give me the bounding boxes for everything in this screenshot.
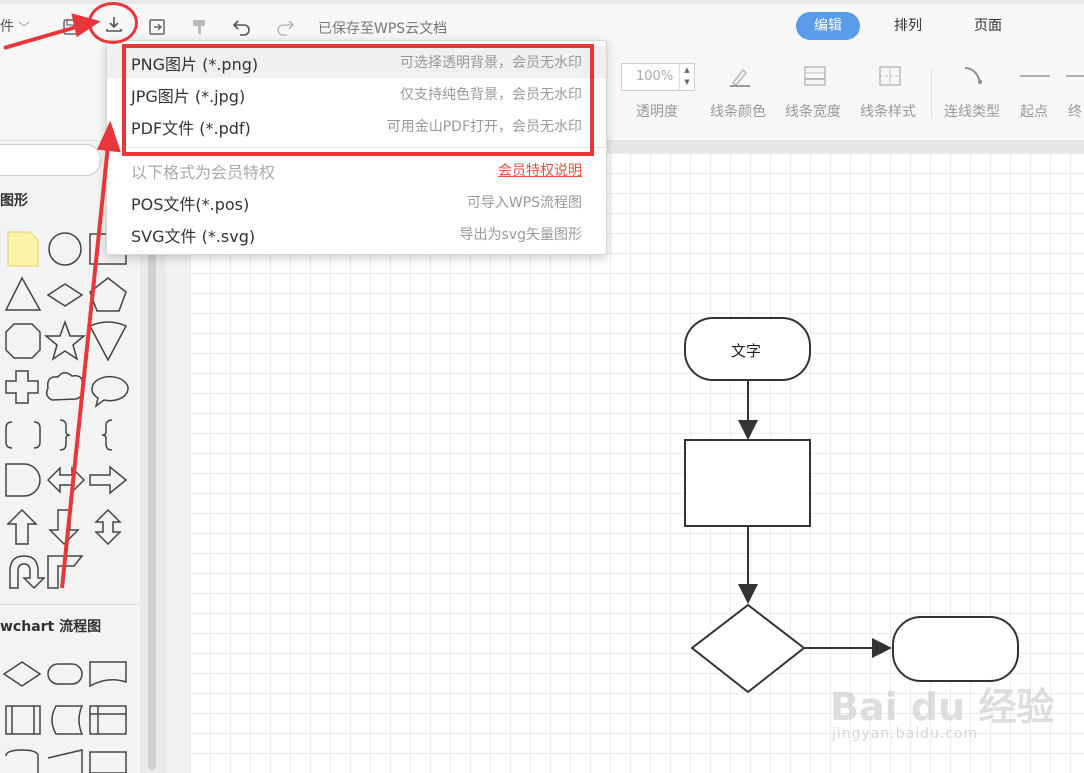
connector-type-icon[interactable] [962,64,986,88]
chevron-down-icon: ﹀ [18,21,30,34]
end-point-icon[interactable] [1066,64,1084,88]
card-shape [89,751,127,773]
callout-shape [91,375,129,408]
flow-start-label: 文字 [731,342,762,360]
toolbar-divider [931,68,932,118]
export-pos-item[interactable]: POS文件(*.pos) 可导入WPS流程图 [107,186,606,218]
up-arrow-shape [6,508,38,545]
star-shape [43,319,87,361]
delay-shape [5,463,41,497]
annotation-highlight-box [122,44,594,156]
cylinder-shape [5,749,39,773]
stored-data-shape [51,705,84,735]
watermark-logo: Bai du 经验 [830,685,1055,729]
line-color-icon[interactable] [728,64,752,88]
triangle-shape [4,276,42,311]
member-privilege-link[interactable]: 会员特权说明 [498,160,582,180]
funnel-shape [88,321,128,362]
u-turn-shape [9,555,46,590]
brace-right-shape [59,419,71,451]
save-icon[interactable] [58,14,84,40]
manual-input-shape [47,749,83,773]
flow-terminal-node [892,616,1019,682]
shape-search-input[interactable] [0,144,101,176]
export-svg-desc: 导出为svg矢量图形 [459,227,582,243]
panel-scrollbar[interactable] [148,230,156,770]
member-section-header: 以下格式为会员特权 会员特权说明 [107,154,606,186]
connector-type-label[interactable]: 连线类型 [944,101,1000,121]
export-svg-label: SVG文件 (*.svg) [131,227,256,246]
start-point-icon[interactable] [1018,64,1052,88]
opacity-stepper[interactable]: ▲ ▼ [679,64,694,90]
pentagon-shape [89,277,127,312]
circle-shape [48,232,82,266]
tab-page[interactable]: 页面 [956,12,1020,40]
document-shape [89,661,127,688]
cloud-shape [45,372,84,401]
export-svg-item[interactable]: SVG文件 (*.svg) 导出为svg矢量图形 [107,218,606,250]
cross-shape [5,370,39,404]
export-icon[interactable] [144,14,170,40]
watermark-url: jingyan.baidu.com [832,726,979,742]
bracket-shape [5,421,41,449]
l-shape [47,555,84,589]
right-arrow-shape [89,465,128,495]
end-point-label[interactable]: 终 [1068,101,1082,121]
section-divider [0,604,140,605]
export-pos-desc: 可导入WPS流程图 [466,195,582,211]
line-width-icon[interactable] [803,64,827,88]
export-pos-label: POS文件(*.pos) [131,195,250,214]
line-style-label[interactable]: 线条样式 [860,101,916,121]
line-style-icon[interactable] [878,64,902,88]
redo-icon[interactable] [272,14,298,40]
file-menu[interactable]: 件 ﹀ [0,16,29,36]
predefined-process-shape [5,705,41,735]
line-width-label[interactable]: 线条宽度 [785,101,841,121]
save-status: 已保存至WPS云文档 [318,21,448,37]
flow-decision-node [690,603,806,694]
member-note: 以下格式为会员特权 [131,163,276,182]
format-painter-icon[interactable] [187,14,213,40]
title-strip [0,0,1084,4]
flow-process-node [684,439,811,527]
brace-left-shape [101,419,113,451]
flowchart-diagram[interactable] [680,310,1025,700]
line-color-label[interactable]: 线条颜色 [710,101,766,121]
double-arrow-shape [46,466,86,494]
terminator-shape [47,663,83,685]
internal-storage-shape [89,705,127,735]
basic-shapes-grid[interactable] [0,226,140,596]
start-point-label[interactable]: 起点 [1020,101,1048,121]
flowchart-shapes-grid[interactable] [0,654,140,773]
undo-icon[interactable] [229,14,255,40]
diamond-shape [46,283,84,307]
updown-arrow-shape [94,508,122,546]
decision-shape [2,661,42,687]
basic-shapes-title[interactable]: 图形 [0,190,28,210]
opacity-label: 透明度 [636,104,678,120]
octagon-shape [5,323,41,359]
tab-arrange[interactable]: 排列 [876,12,940,40]
opacity-input[interactable]: 100% ▲ ▼ [621,63,695,91]
opacity-value: 100% [636,69,674,84]
tab-edit[interactable]: 编辑 [796,12,860,40]
down-arrow-shape [48,509,80,546]
annotation-circle [88,2,138,44]
flowchart-shapes-title[interactable]: wchart 流程图 [0,616,101,636]
file-menu-label: 件 [0,19,14,35]
